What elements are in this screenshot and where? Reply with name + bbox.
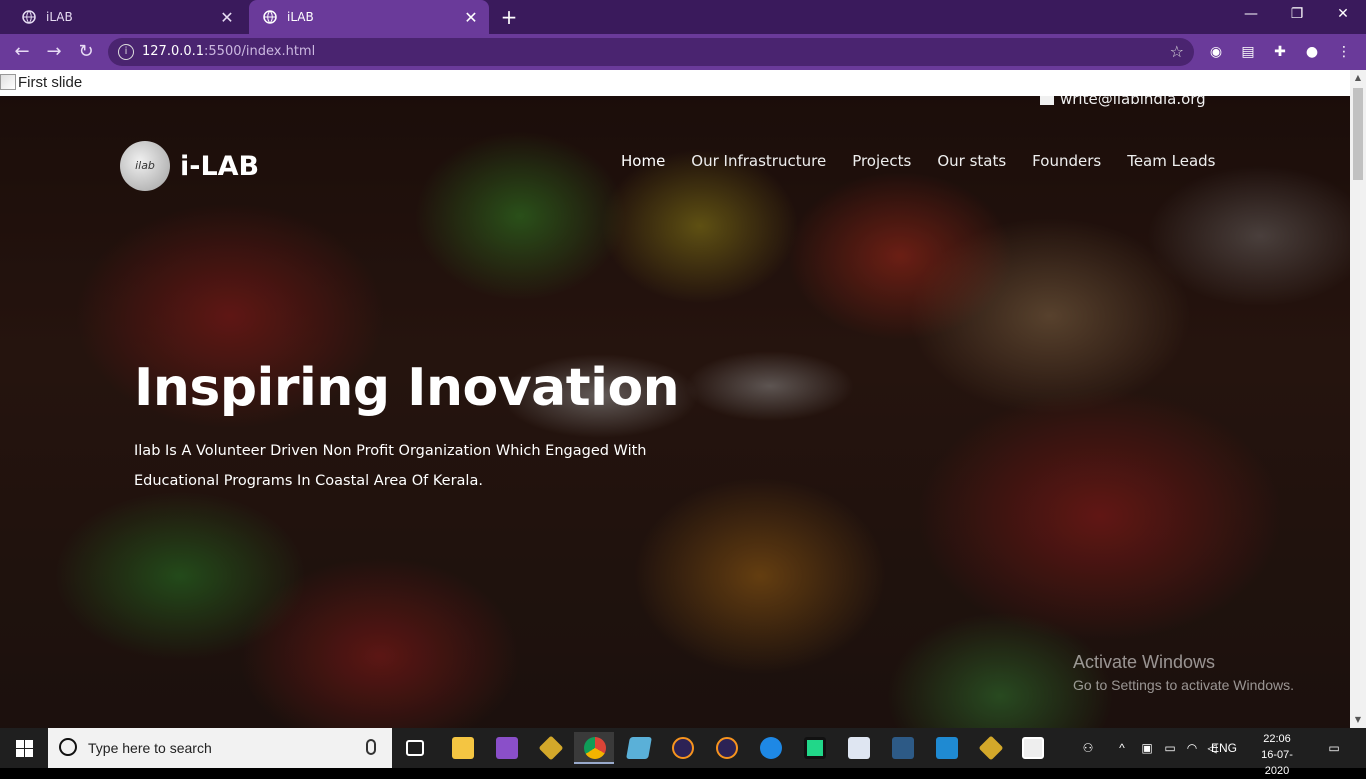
profile-icon[interactable]: ● [1302, 42, 1322, 62]
globe-icon [263, 10, 277, 24]
scroll-thumb[interactable] [1353, 88, 1363, 180]
extension-circle-icon[interactable]: ◉ [1206, 42, 1226, 62]
git-icon[interactable] [530, 732, 570, 764]
mysql-icon[interactable] [882, 732, 922, 764]
git-2-icon[interactable] [970, 732, 1010, 764]
app-blue-icon[interactable] [618, 732, 658, 764]
nav-team-leads[interactable]: Team Leads [1127, 152, 1215, 170]
brand-name: i-LAB [180, 150, 260, 182]
nav-founders[interactable]: Founders [1032, 152, 1101, 170]
tray-chevron-icon[interactable]: ^ [1112, 728, 1132, 768]
people-icon[interactable]: ⚇ [1076, 728, 1100, 768]
battery-icon[interactable]: ▭ [1160, 728, 1180, 768]
back-icon[interactable]: ← [10, 40, 34, 64]
nav-home[interactable]: Home [621, 152, 665, 170]
broken-image-icon [0, 74, 16, 90]
wifi-icon[interactable]: ◠ [1182, 728, 1202, 768]
app-chart-icon[interactable] [838, 732, 878, 764]
menu-kebab-icon[interactable]: ⋮ [1334, 42, 1354, 62]
scroll-up-icon[interactable]: ▲ [1350, 70, 1366, 86]
activate-windows-watermark: Activate Windows Go to Settings to activ… [1073, 652, 1294, 693]
taskbar-search[interactable]: Type here to search [48, 728, 392, 768]
forward-icon[interactable]: → [42, 40, 66, 64]
edge-icon[interactable] [750, 732, 790, 764]
address-bar[interactable]: i 127.0.0.1:5500/index.html ☆ [108, 38, 1194, 66]
microphone-icon[interactable] [366, 739, 376, 755]
browser-tab-bar: iLAB ✕ iLAB ✕ + — ❐ ✕ [0, 0, 1366, 34]
main-nav: Home Our Infrastructure Projects Our sta… [621, 152, 1241, 170]
eclipse-icon[interactable] [662, 732, 702, 764]
minimize-button[interactable]: — [1228, 0, 1274, 30]
extensions-puzzle-icon[interactable]: ✚ [1270, 42, 1290, 62]
photos-icon[interactable] [1012, 732, 1052, 764]
broken-image-alt: First slide [0, 74, 82, 91]
windows-taskbar: Type here to search ⚇ ^ ▣ ▭ ◠ ◁ ENG 22:0… [0, 728, 1366, 777]
tab-close-icon[interactable]: ✕ [215, 8, 239, 27]
search-placeholder: Type here to search [88, 740, 212, 756]
hero-carousel-slide: write@ilabindia.org ilab i-LAB Home Our … [0, 96, 1350, 728]
reload-icon[interactable]: ↻ [74, 40, 98, 64]
tab-close-icon[interactable]: ✕ [459, 8, 483, 27]
windows-logo-icon [16, 740, 33, 757]
restore-button[interactable]: ❐ [1274, 0, 1320, 30]
chrome-icon[interactable] [574, 732, 614, 764]
nav-stats[interactable]: Our stats [937, 152, 1006, 170]
taskbar-clock[interactable]: 22:06 16-07-2020 [1252, 731, 1302, 779]
hero-description: Ilab Is A Volunteer Driven Non Profit Or… [134, 443, 647, 489]
nav-projects[interactable]: Projects [852, 152, 911, 170]
tab-title: iLAB [287, 10, 314, 24]
tab-title: iLAB [46, 10, 73, 24]
web-page: First slide write@ilabindia.org ilab i-L… [0, 70, 1350, 728]
nav-infrastructure[interactable]: Our Infrastructure [691, 152, 826, 170]
page-scrollbar[interactable]: ▲ ▼ [1350, 70, 1366, 728]
scroll-down-icon[interactable]: ▼ [1350, 712, 1366, 728]
hero-title: Inspiring Inovation [134, 358, 680, 418]
eclipse-2-icon[interactable] [706, 732, 746, 764]
tray-app-icon[interactable]: ▣ [1136, 728, 1158, 768]
extension-doc-icon[interactable]: ▤ [1238, 42, 1258, 62]
file-explorer-icon[interactable] [442, 732, 482, 764]
contact-email[interactable]: write@ilabindia.org [1040, 96, 1206, 108]
brand[interactable]: ilab i-LAB [120, 141, 259, 191]
info-icon[interactable]: i [118, 44, 134, 60]
new-tab-button[interactable]: + [498, 6, 520, 28]
close-window-button[interactable]: ✕ [1320, 0, 1366, 30]
task-view-icon[interactable] [396, 732, 436, 764]
browser-tab-1[interactable]: iLAB ✕ [8, 0, 245, 34]
start-button[interactable] [0, 728, 48, 768]
pycharm-icon[interactable] [794, 732, 834, 764]
bookmark-star-icon[interactable]: ☆ [1170, 42, 1184, 61]
url-text: 127.0.0.1:5500/index.html [142, 44, 316, 59]
vscode-icon[interactable] [926, 732, 966, 764]
globe-icon [22, 10, 36, 24]
language-indicator[interactable]: ENG [1208, 728, 1240, 768]
envelope-icon [1040, 96, 1054, 105]
brand-logo: ilab [120, 141, 170, 191]
visual-studio-icon[interactable] [486, 732, 526, 764]
browser-tab-2[interactable]: iLAB ✕ [249, 0, 489, 34]
cortana-icon [59, 738, 77, 756]
notifications-icon[interactable]: ▭ [1320, 728, 1348, 768]
